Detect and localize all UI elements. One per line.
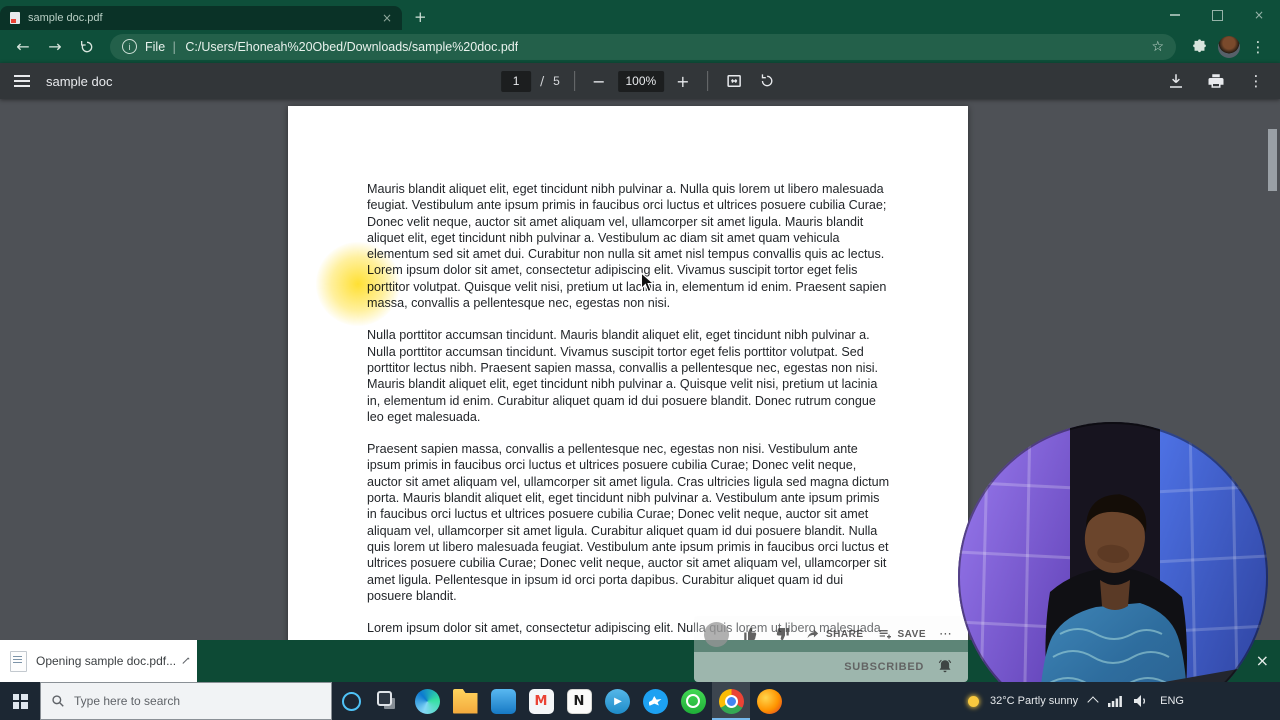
taskbar-whatsapp-icon[interactable] — [674, 682, 712, 720]
pdf-viewer-area: Mauris blandit aliquet elit, eget tincid… — [0, 99, 1280, 720]
scrollbar-thumb[interactable] — [1268, 129, 1277, 191]
extensions-icon[interactable] — [1186, 34, 1212, 60]
channel-avatar — [704, 621, 729, 647]
taskbar-cortana-icon[interactable] — [332, 682, 370, 720]
page-number-input[interactable]: 1 — [501, 70, 532, 92]
taskbar-taskview-icon[interactable] — [370, 682, 408, 720]
share-label: SHARE — [826, 628, 864, 640]
page-divider: / — [540, 74, 545, 88]
dislike-button — [773, 625, 791, 643]
subscribe-row: SUBSCRIBED — [694, 652, 968, 682]
window-minimize-button[interactable] — [1154, 0, 1196, 30]
windows-taskbar: Type here to search M N ▶ 32°C Partly sunn… — [0, 682, 1280, 720]
screen: sample doc.pdf × + × ← → i File | C:/Use… — [0, 0, 1280, 720]
save-label: SAVE — [897, 628, 927, 640]
print-icon[interactable] — [1204, 69, 1228, 93]
video-more-icon: ⋯ — [939, 626, 953, 642]
address-divider: | — [172, 39, 177, 54]
notification-bell-icon — [938, 659, 952, 673]
download-shelf: Opening sample doc.pdf... — [0, 640, 1280, 682]
download-item-menu-chevron[interactable] — [182, 657, 190, 665]
download-icon[interactable] — [1164, 69, 1188, 93]
page-text: Mauris blandit aliquet elit, eget tincid… — [288, 106, 968, 636]
browser-menu-icon[interactable]: ⋮ — [1246, 34, 1270, 60]
download-item-label: Opening sample doc.pdf... — [36, 654, 177, 668]
pdf-document-title: sample doc — [46, 73, 113, 89]
taskbar-chrome-icon[interactable] — [712, 682, 750, 720]
reload-button[interactable] — [74, 34, 100, 60]
tab-title: sample doc.pdf — [28, 12, 103, 24]
address-url: C:/Users/Ehoneah%20Obed/Downloads/sample… — [185, 39, 519, 54]
zoom-in-button[interactable]: + — [673, 72, 693, 91]
back-button[interactable]: ← — [10, 34, 36, 60]
new-tab-button[interactable]: + — [414, 8, 427, 26]
page-info-icon[interactable]: i — [122, 39, 137, 54]
forward-button[interactable]: → — [42, 34, 68, 60]
volume-icon[interactable] — [1133, 694, 1149, 708]
taskbar-edge-icon[interactable] — [408, 682, 446, 720]
download-item[interactable]: Opening sample doc.pdf... — [0, 640, 197, 682]
pdf-menu-icon[interactable] — [14, 75, 30, 87]
share-icon — [807, 629, 819, 638]
taskbar-explorer-icon[interactable] — [446, 682, 484, 720]
zoom-level-value[interactable]: 100% — [617, 70, 664, 92]
weather-temp: 32°C — [989, 695, 1015, 707]
weather-icon — [967, 695, 979, 707]
taskbar-apps: M N ▶ — [332, 682, 788, 720]
browser-toolbar: ← → i File | C:/Users/Ehoneah%20Obed/Dow… — [0, 30, 1280, 63]
address-scheme-label: File — [145, 39, 166, 54]
hidden-icons-chevron[interactable] — [1087, 696, 1099, 708]
save-playlist-icon — [879, 630, 891, 639]
browser-tab-strip: sample doc.pdf × + × — [0, 0, 1280, 30]
language-indicator[interactable]: ENG — [1160, 695, 1184, 707]
thumb-up-icon — [744, 627, 757, 640]
weather-widget[interactable]: 32°C Partly sunny — [990, 695, 1078, 707]
window-close-button[interactable]: × — [1238, 0, 1280, 30]
toolbar-divider — [706, 71, 708, 91]
taskbar-twitter-icon[interactable] — [636, 682, 674, 720]
fit-to-page-icon[interactable] — [722, 69, 746, 93]
start-button[interactable] — [0, 682, 40, 720]
tab-close-icon[interactable]: × — [382, 11, 392, 25]
windows-logo-icon — [12, 693, 28, 709]
window-controls: × — [1154, 0, 1280, 30]
taskbar-firefox-icon[interactable] — [750, 682, 788, 720]
search-placeholder: Type here to search — [74, 694, 181, 708]
toolbar-divider — [573, 71, 575, 91]
page-total: 5 — [553, 74, 560, 88]
taskbar-search[interactable]: Type here to search — [40, 682, 332, 720]
save-button: SAVE — [877, 626, 927, 642]
share-button: SHARE — [804, 626, 864, 643]
window-maximize-button[interactable] — [1196, 0, 1238, 30]
search-icon — [52, 695, 64, 707]
taskbar-store-icon[interactable] — [484, 682, 522, 720]
browser-tab[interactable]: sample doc.pdf × — [0, 6, 402, 30]
taskbar-telegram-icon[interactable]: ▶ — [598, 682, 636, 720]
document-paragraph: Nulla porttitor accumsan tincidunt. Maur… — [367, 328, 879, 424]
video-actions-row: SHARE SAVE ⋯ — [694, 616, 968, 652]
system-tray: 32°C Partly sunny ENG — [967, 694, 1280, 708]
zoom-out-button[interactable]: − — [589, 72, 609, 91]
pdf-file-icon — [10, 650, 27, 672]
like-button — [742, 625, 760, 643]
bookmark-star-icon[interactable]: ☆ — [1151, 39, 1164, 55]
address-bar[interactable]: i File | C:/Users/Ehoneah%20Obed/Downloa… — [110, 33, 1176, 60]
pdf-viewer-toolbar: sample doc 1 / 5 − 100% + ⋮ — [0, 63, 1280, 99]
download-shelf-close-icon[interactable]: × — [1256, 651, 1269, 670]
thumb-down-icon — [776, 628, 789, 641]
document-paragraph: Mauris blandit aliquet elit, eget tincid… — [367, 182, 887, 311]
document-paragraph: Praesent sapien massa, convallis a pelle… — [367, 442, 890, 603]
taskbar-notion-icon[interactable]: N — [560, 682, 598, 720]
network-icon[interactable] — [1108, 695, 1123, 707]
taskbar-gmail-icon[interactable]: M — [522, 682, 560, 720]
rotate-icon[interactable] — [755, 69, 779, 93]
pdf-favicon-icon — [10, 12, 20, 24]
profile-avatar[interactable] — [1218, 35, 1240, 58]
subscribed-button: SUBSCRIBED — [844, 661, 924, 673]
weather-desc: Partly sunny — [1017, 695, 1079, 707]
video-actions-overlay: SHARE SAVE ⋯ SUBSCRIBED — [694, 616, 968, 682]
reload-icon — [81, 40, 93, 52]
more-options-icon[interactable]: ⋮ — [1244, 68, 1268, 94]
